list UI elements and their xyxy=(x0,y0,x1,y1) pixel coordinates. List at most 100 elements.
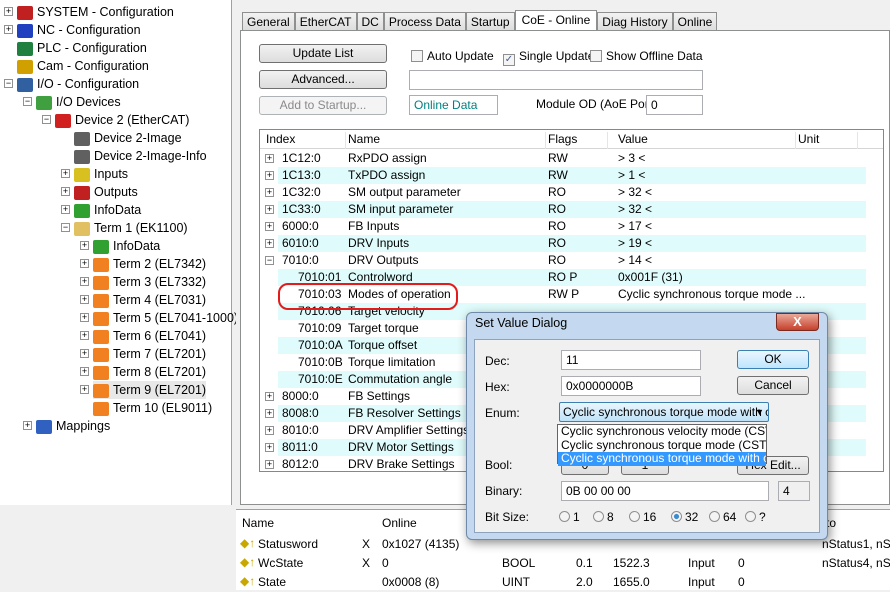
tab-online[interactable]: Online xyxy=(672,12,718,31)
tree-item[interactable]: PLC - Configuration xyxy=(17,39,147,57)
table-row[interactable]: +1C12:0 RxPDO assign RW > 3 < xyxy=(260,150,883,167)
variable-row[interactable]: ◆↑ WcState X 0 BOOL 0.1 1522.3 Input 0 nStatus4, … xyxy=(236,554,890,573)
table-row[interactable]: +6010:0 DRV Inputs RO > 19 < xyxy=(260,235,883,252)
expand-icon[interactable]: + xyxy=(80,385,89,394)
expand-icon[interactable]: + xyxy=(265,188,274,197)
expand-icon[interactable]: + xyxy=(80,259,89,268)
cancel-button[interactable]: Cancel xyxy=(737,376,809,395)
tree-item[interactable]: SYSTEM - Configuration xyxy=(17,3,174,21)
tab-startup[interactable]: Startup xyxy=(465,12,515,31)
bit-size-radio-16[interactable]: 16 xyxy=(629,510,656,524)
expand-icon[interactable]: + xyxy=(80,367,89,376)
collapse-icon[interactable]: − xyxy=(42,115,51,124)
expand-icon[interactable]: + xyxy=(265,154,274,163)
expand-icon[interactable]: + xyxy=(23,421,32,430)
enum-option[interactable]: Cyclic synchronous torque mode (CST) xyxy=(558,439,766,453)
tree-item[interactable]: Term 7 (EL7201) xyxy=(93,345,206,363)
tree-item[interactable]: Cam - Configuration xyxy=(17,57,149,75)
tree-item[interactable]: Term 1 (EK1100) xyxy=(74,219,188,237)
table-row[interactable]: +1C13:0 TxPDO assign RW > 1 < xyxy=(260,167,883,184)
bit-size-radio-1[interactable]: 1 xyxy=(559,510,580,524)
tree-item[interactable]: Term 2 (EL7342) xyxy=(93,255,206,273)
column-flags[interactable]: Flags xyxy=(548,132,608,149)
info-field[interactable] xyxy=(409,70,703,90)
tree-item[interactable]: Term 3 (EL7332) xyxy=(93,273,206,291)
tree-item[interactable]: Term 9 (EL7201) xyxy=(93,381,207,399)
tree-item[interactable]: Device 2-Image-Info xyxy=(74,147,207,165)
collapse-icon[interactable]: − xyxy=(265,256,274,265)
tree-item[interactable]: Device 2 (EtherCAT) xyxy=(55,111,189,129)
binary-input[interactable]: 0B 00 00 00 xyxy=(561,481,769,501)
tree-item[interactable]: Outputs xyxy=(74,183,138,201)
collapse-icon[interactable]: − xyxy=(23,97,32,106)
auto-update-checkbox[interactable]: Auto Update xyxy=(411,49,494,63)
table-row[interactable]: −7010:0 DRV Outputs RO > 14 < xyxy=(260,252,883,269)
column-name[interactable]: Name xyxy=(242,516,274,530)
expand-icon[interactable]: + xyxy=(80,241,89,250)
tree-item[interactable]: Term 5 (EL7041-1000) xyxy=(93,309,238,327)
expand-icon[interactable]: + xyxy=(265,443,274,452)
expand-icon[interactable]: + xyxy=(265,426,274,435)
tree-item[interactable]: InfoData xyxy=(74,201,141,219)
expand-icon[interactable]: + xyxy=(265,409,274,418)
enum-select[interactable]: Cyclic synchronous torque mode with c ▼ xyxy=(559,402,769,422)
expand-icon[interactable]: + xyxy=(265,392,274,401)
bit-size-radio-64[interactable]: 64 xyxy=(709,510,736,524)
dec-input[interactable]: 11 xyxy=(561,350,701,370)
expand-icon[interactable]: + xyxy=(265,171,274,180)
tab-dc[interactable]: DC xyxy=(356,12,384,31)
table-row[interactable]: +1C33:0 SM input parameter RO > 32 < xyxy=(260,201,883,218)
tree-item[interactable]: Term 6 (EL7041) xyxy=(93,327,206,345)
expand-icon[interactable]: + xyxy=(80,313,89,322)
column-index[interactable]: Index xyxy=(266,132,346,149)
tree-item[interactable]: NC - Configuration xyxy=(17,21,141,39)
enum-option[interactable]: Cyclic synchronous torque mode with comm xyxy=(558,452,766,466)
column-name[interactable]: Name xyxy=(348,132,546,149)
expand-icon[interactable]: + xyxy=(61,187,70,196)
update-list-button[interactable]: Update List xyxy=(259,44,387,63)
expand-icon[interactable]: + xyxy=(4,25,13,34)
column-unit[interactable]: Unit xyxy=(798,132,858,149)
close-button[interactable]: X xyxy=(776,313,819,331)
tree-item[interactable]: I/O Devices xyxy=(36,93,121,111)
show-offline-data-checkbox[interactable]: Show Offline Data xyxy=(590,49,703,63)
expand-icon[interactable]: + xyxy=(80,331,89,340)
hex-input[interactable]: 0x0000000B xyxy=(561,376,701,396)
bit-size-radio-32[interactable]: 32 xyxy=(671,510,698,524)
tab-general[interactable]: General xyxy=(242,12,295,31)
single-update-checkbox[interactable]: ✓ Single Update xyxy=(503,49,594,66)
expand-icon[interactable]: + xyxy=(80,349,89,358)
bit-size-radio-8[interactable]: 8 xyxy=(593,510,614,524)
tree-item[interactable]: Inputs xyxy=(74,165,128,183)
expand-icon[interactable]: + xyxy=(61,169,70,178)
module-od-input[interactable]: 0 xyxy=(646,95,703,115)
expand-icon[interactable]: + xyxy=(265,222,274,231)
tree-item[interactable]: Term 8 (EL7201) xyxy=(93,363,206,381)
tab-diag-history[interactable]: Diag History xyxy=(597,12,673,31)
expand-icon[interactable]: + xyxy=(265,205,274,214)
expand-icon[interactable]: + xyxy=(61,205,70,214)
tree-item[interactable]: I/O - Configuration xyxy=(17,75,139,93)
variable-row[interactable]: ◆↑ State 0x0008 (8) UINT 2.0 1655.0 Input 0 xyxy=(236,573,890,592)
tab-process-data[interactable]: Process Data xyxy=(383,12,466,31)
enum-dropdown-list[interactable]: Cyclic synchronous velocity mode (CSV) Cy… xyxy=(557,424,767,466)
add-to-startup-button[interactable]: Add to Startup... xyxy=(259,96,387,115)
column-online[interactable]: Online xyxy=(382,516,417,530)
solution-tree[interactable]: + SYSTEM - Configuration + NC - Configurati… xyxy=(0,0,238,505)
expand-icon[interactable]: + xyxy=(80,277,89,286)
collapse-icon[interactable]: − xyxy=(61,223,70,232)
tab-ethercat[interactable]: EtherCAT xyxy=(294,12,357,31)
bit-size-radio-unknown[interactable]: ? xyxy=(745,510,766,524)
tree-item[interactable]: Mappings xyxy=(36,417,110,435)
expand-icon[interactable]: + xyxy=(4,7,13,16)
collapse-icon[interactable]: − xyxy=(4,79,13,88)
expand-icon[interactable]: + xyxy=(265,239,274,248)
expand-icon[interactable]: + xyxy=(80,295,89,304)
table-row[interactable]: +1C32:0 SM output parameter RO > 32 < xyxy=(260,184,883,201)
tab-coe-online[interactable]: CoE - Online xyxy=(514,10,598,31)
tree-item[interactable]: InfoData xyxy=(93,237,160,255)
column-value[interactable]: Value xyxy=(618,132,796,149)
table-row[interactable]: +6000:0 FB Inputs RO > 17 < xyxy=(260,218,883,235)
tree-item[interactable]: Device 2-Image xyxy=(74,129,182,147)
ok-button[interactable]: OK xyxy=(737,350,809,369)
